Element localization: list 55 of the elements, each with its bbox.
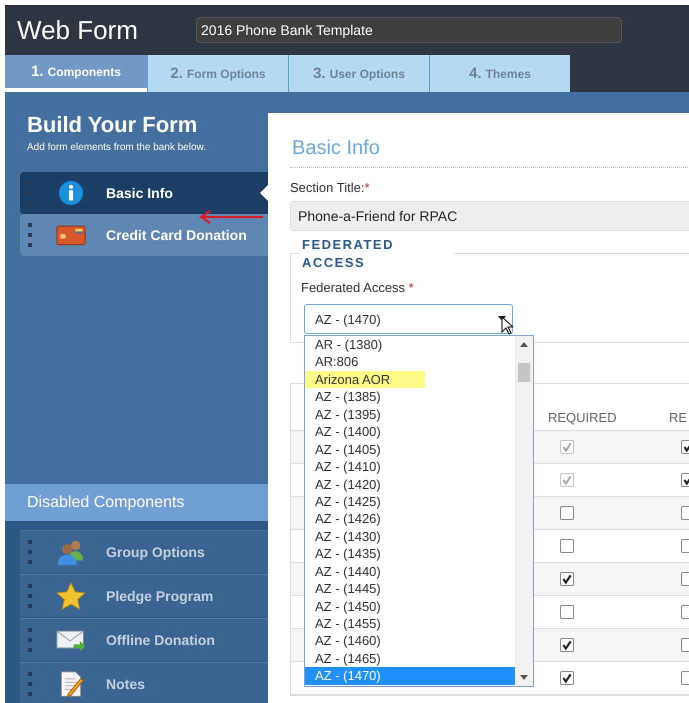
scroll-up-icon[interactable] <box>520 342 528 347</box>
required-checkbox[interactable] <box>560 638 574 652</box>
component-item[interactable]: Credit Card Donation <box>20 214 268 256</box>
dropdown-option[interactable]: AZ - (1425) <box>305 492 515 510</box>
drag-handle-icon[interactable] <box>28 540 32 564</box>
star-icon <box>56 582 86 610</box>
dropdown-option[interactable]: AZ - (1405) <box>305 440 515 458</box>
scroll-down-icon[interactable] <box>520 675 528 680</box>
sidebar-subtitle: Add form elements from the bank below. <box>26 141 207 153</box>
component-item[interactable]: Basic Info <box>20 172 268 214</box>
dropdown-option[interactable]: AZ - (1400) <box>305 423 515 441</box>
required-checkbox[interactable] <box>560 605 574 619</box>
required-checkbox[interactable] <box>560 539 574 553</box>
drag-handle-icon[interactable] <box>28 672 32 696</box>
required-checkbox[interactable] <box>560 506 574 520</box>
section-header: Disabled Components <box>5 484 268 521</box>
section-heading: Basic Info <box>291 137 381 160</box>
drag-handle-icon[interactable] <box>28 628 32 652</box>
component-item[interactable]: Pledge Program <box>20 574 268 617</box>
required-checkbox[interactable] <box>560 572 574 586</box>
scroll-thumb[interactable] <box>518 363 530 382</box>
dropdown-option[interactable]: AZ - (1385) <box>305 388 515 406</box>
column-header: RE <box>668 410 688 424</box>
dropdown-option[interactable]: AZ - (1426) <box>305 510 515 528</box>
dropdown-option[interactable]: AZ - (1465) <box>305 650 515 668</box>
field-label: Federated Access * <box>301 280 415 295</box>
app-title: Web Form <box>17 14 139 46</box>
sidebar-title: Build Your Form <box>26 111 198 138</box>
info-icon <box>56 179 86 207</box>
form-name-field[interactable]: 2016 Phone Bank Template <box>196 17 622 43</box>
section-title-field[interactable]: Phone-a-Friend for RPAC <box>290 201 689 231</box>
scrollbar[interactable] <box>515 336 533 686</box>
column-header: REQUIRED <box>547 410 618 424</box>
dropdown-option[interactable]: AZ - (1430) <box>305 528 515 546</box>
field-label: Section Title:* <box>290 180 370 195</box>
annotation-arrow <box>198 210 264 224</box>
drag-handle-icon[interactable] <box>28 223 32 247</box>
drag-handle-icon[interactable] <box>28 584 32 608</box>
dropdown-option[interactable]: AZ - (1435) <box>305 545 515 563</box>
people-icon <box>56 538 86 566</box>
required-checkbox[interactable] <box>560 671 574 685</box>
dropdown-option[interactable]: AZ - (1440) <box>305 562 515 580</box>
component-item[interactable]: Notes <box>20 662 268 703</box>
component-item[interactable]: Group Options <box>20 530 268 573</box>
dropdown-option[interactable]: AZ - (1410) <box>305 458 515 476</box>
dropdown-option[interactable]: AR - (1380) <box>305 336 515 354</box>
dropdown-option[interactable]: AR:806 <box>305 353 515 371</box>
dropdown-option[interactable]: AZ - (1460) <box>305 632 515 650</box>
dropdown-option[interactable]: AZ - (1395) <box>305 406 515 424</box>
component-item[interactable]: Offline Donation <box>20 618 268 661</box>
dropdown-option[interactable]: AZ - (1445) <box>305 580 515 598</box>
dropdown-option[interactable]: AZ - (1420) <box>305 476 515 493</box>
dropdown-option[interactable]: AZ - (1450) <box>305 598 515 615</box>
federated-access-select[interactable]: AZ - (1470) <box>304 304 513 334</box>
dropdown-option[interactable]: AZ - (1455) <box>305 615 515 632</box>
